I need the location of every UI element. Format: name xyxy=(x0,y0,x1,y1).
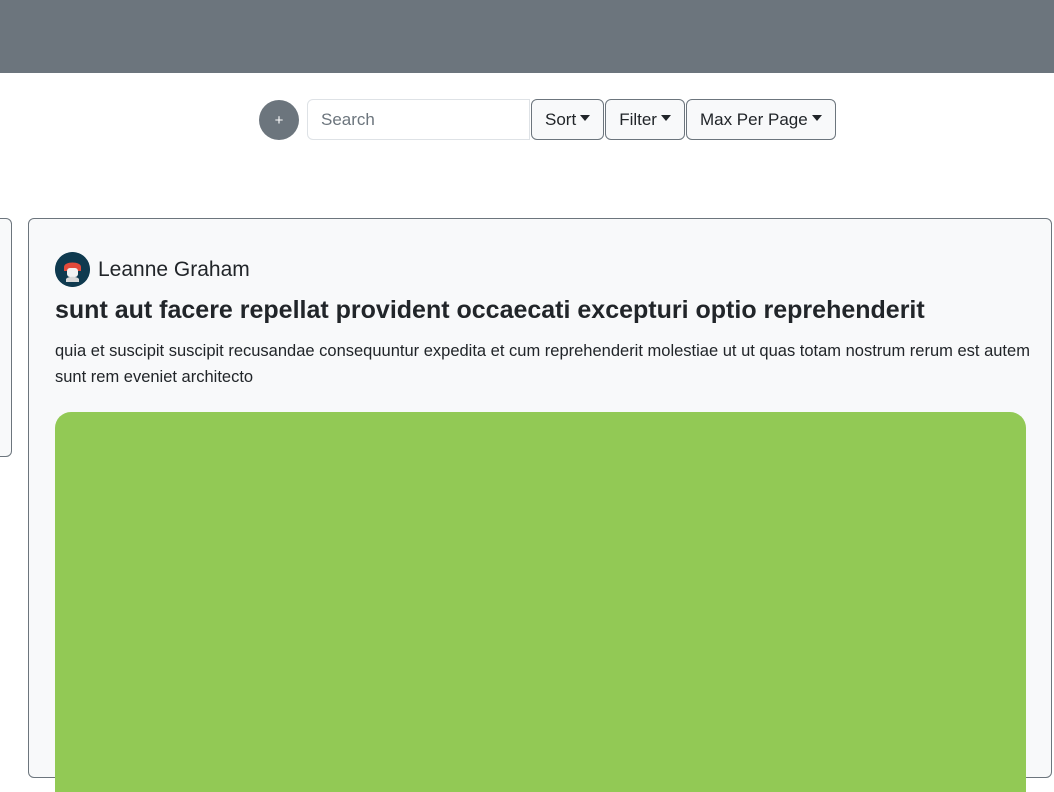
post-card[interactable]: Leanne Graham sunt aut facere repellat p… xyxy=(28,218,1052,792)
max-per-page-dropdown[interactable]: Max Per Page xyxy=(685,99,836,140)
max-per-page-label: Max Per Page xyxy=(699,109,808,129)
sort-dropdown[interactable]: Sort xyxy=(531,99,605,140)
previous-post-card[interactable] xyxy=(0,218,12,457)
post-toolbar: + Sort Filter Max Per Page xyxy=(259,99,836,140)
avatar xyxy=(55,252,90,287)
post-image xyxy=(55,412,1026,792)
top-navbar xyxy=(0,0,1054,73)
post-author: Leanne Graham xyxy=(55,252,250,287)
caret-down-icon xyxy=(811,114,822,121)
user-avatar-icon xyxy=(55,252,90,287)
caret-down-icon xyxy=(660,114,671,121)
sort-label: Sort xyxy=(545,109,577,129)
add-post-button[interactable]: + xyxy=(259,99,299,140)
caret-down-icon xyxy=(580,114,591,121)
filter-label: Filter xyxy=(619,109,657,129)
search-input[interactable] xyxy=(307,99,530,140)
post-body: quia et suscipit suscipit recusandae con… xyxy=(55,342,1030,386)
filter-dropdown[interactable]: Filter xyxy=(605,99,685,140)
post-title: sunt aut facere repellat provident occae… xyxy=(55,296,925,324)
author-name[interactable]: Leanne Graham xyxy=(98,258,250,282)
